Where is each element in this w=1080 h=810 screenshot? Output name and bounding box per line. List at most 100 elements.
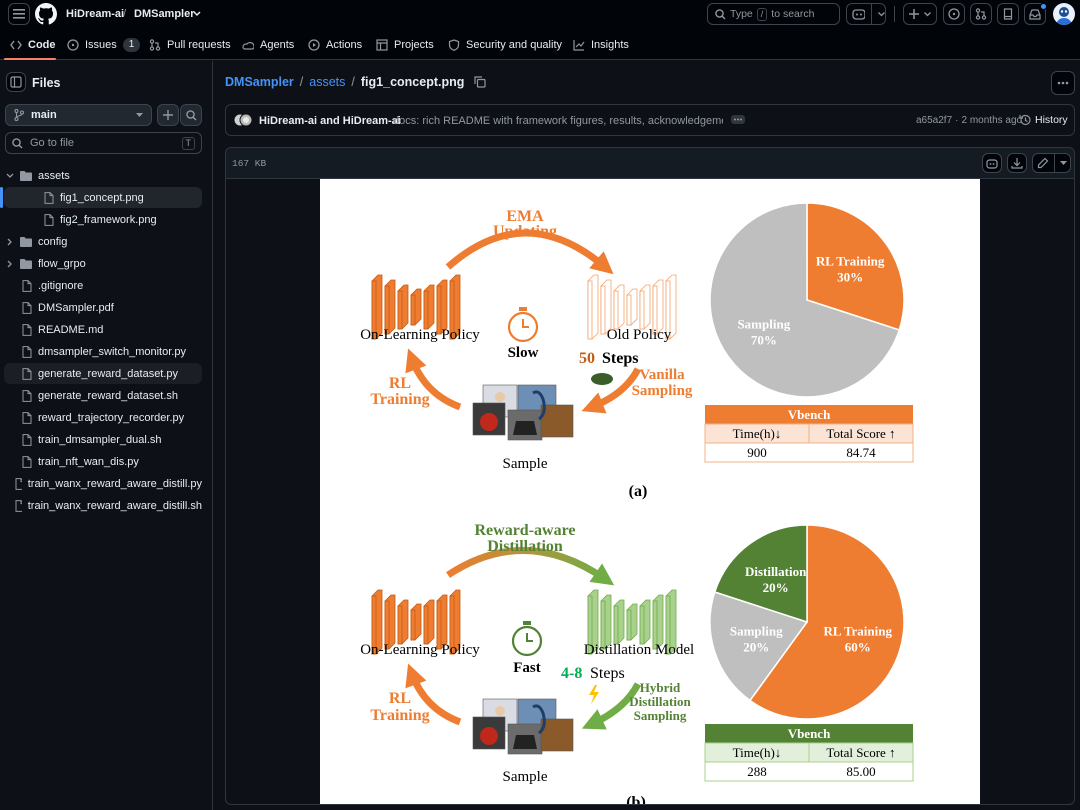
file-size: 167 KB <box>232 158 267 169</box>
selected-file-indicator <box>0 187 3 208</box>
commit-sha[interactable]: a65a2f7 <box>916 115 952 126</box>
network-layer-face <box>600 285 606 335</box>
file-tree-folder[interactable]: config <box>4 231 202 252</box>
repo-separator: / <box>123 8 127 20</box>
file-tree-file[interactable]: generate_reward_dataset.py <box>4 363 202 384</box>
search-icon <box>715 8 726 19</box>
old-policy-label: Old Policy <box>607 327 672 343</box>
file-tree-file[interactable]: train_wanx_reward_aware_distill.py <box>4 473 202 494</box>
tab-code[interactable]: Code <box>10 36 56 54</box>
search-input[interactable]: Type / to search <box>707 3 840 25</box>
folder-icon <box>20 236 32 247</box>
download-raw-button[interactable] <box>1007 153 1027 173</box>
expand-commit-button[interactable] <box>731 115 745 124</box>
chevron-down-icon <box>6 173 14 178</box>
add-file-button[interactable] <box>157 104 179 126</box>
lightning-icon <box>589 685 599 704</box>
breadcrumb-current-file: fig1_concept.png <box>360 75 465 89</box>
collapse-sidebar-button[interactable] <box>6 72 26 92</box>
file-tree-file[interactable]: reward_trajectory_recorder.py <box>4 407 202 428</box>
tab-insights[interactable]: Insights <box>573 36 629 54</box>
graph-icon <box>573 40 585 51</box>
file-viewer: 167 KB EMA Updating On-Learning Policy Old … <box>225 147 1075 805</box>
tab-actions[interactable]: Actions <box>308 36 362 54</box>
code-icon <box>10 40 22 50</box>
file-icon <box>44 191 54 204</box>
commit-authors[interactable]: HiDream-ai and HiDream-ai <box>259 115 401 127</box>
copilot-button[interactable] <box>846 3 886 25</box>
file-tree-file[interactable]: .gitignore <box>4 275 202 296</box>
branch-selector-button[interactable]: main <box>5 104 152 126</box>
search-files-button[interactable] <box>180 104 202 126</box>
file-tree-folder[interactable]: flow_grpo <box>4 253 202 274</box>
chevron-down-icon <box>924 11 931 16</box>
repo-owner-link[interactable]: HiDream-ai <box>66 8 124 20</box>
avatar[interactable] <box>1053 3 1075 25</box>
plus-icon <box>163 110 173 120</box>
tab-security[interactable]: Security and quality <box>448 36 562 54</box>
copilot-icon <box>852 9 866 20</box>
turtle-icon <box>591 373 613 385</box>
header-divider <box>894 6 895 22</box>
file-tree-folder[interactable]: assets <box>4 165 202 186</box>
pull-requests-shortcut-button[interactable] <box>970 3 992 25</box>
ellipsis-icon <box>734 118 742 121</box>
tab-agents[interactable]: Agents <box>242 36 294 54</box>
caption-b: (b) <box>626 794 646 805</box>
play-icon <box>308 39 320 51</box>
left-arrow-label: RL <box>389 375 411 392</box>
file-tree-file[interactable]: DMSampler.pdf <box>4 297 202 318</box>
file-tree-label: README.md <box>38 323 104 336</box>
breadcrumb-repo-link[interactable]: DMSampler <box>225 75 294 89</box>
speed-label: Slow <box>508 345 539 361</box>
meta-dot: · <box>955 115 959 126</box>
history-button[interactable]: History <box>1019 114 1068 126</box>
repo-name-link[interactable]: DMSampler <box>134 8 195 20</box>
file-tree-label: dmsampler_switch_monitor.py <box>38 345 186 358</box>
sample-barrel <box>540 404 574 438</box>
distill-label: Distillation <box>487 538 563 555</box>
edit-file-button[interactable] <box>1032 153 1071 173</box>
pie-slice-value: 20% <box>743 639 769 654</box>
file-tree-file[interactable]: fig2_framework.png <box>4 209 202 230</box>
distill-label: Reward-aware <box>474 522 575 539</box>
file-tree-label: train_nft_wan_dis.py <box>38 455 139 468</box>
file-tree-file[interactable]: README.md <box>4 319 202 340</box>
tab-issues[interactable]: Issues 1 <box>67 36 141 54</box>
hamburger-menu-button[interactable] <box>8 3 30 25</box>
copy-icon[interactable] <box>474 76 486 88</box>
file-icon <box>22 323 32 336</box>
file-tree-file[interactable]: train_nft_wan_dis.py <box>4 451 202 472</box>
files-title: Files <box>32 76 61 90</box>
vbench-table-a: Vbench Time(h)↓ Total Score ↑ 900 84.74 <box>704 405 914 463</box>
file-tree-file[interactable]: fig1_concept.png <box>4 187 202 208</box>
file-tree-file[interactable]: train_wanx_reward_aware_distill.sh <box>4 495 202 516</box>
file-tree-file[interactable]: dmsampler_switch_monitor.py <box>4 341 202 362</box>
history-label: History <box>1035 114 1068 126</box>
file-tree-file[interactable]: train_dmsampler_dual.sh <box>4 429 202 450</box>
chevron-down-icon[interactable] <box>193 11 201 17</box>
copilot-ask-button[interactable] <box>982 153 1002 173</box>
more-options-button[interactable] <box>1051 71 1075 95</box>
git-branch-icon <box>14 109 24 121</box>
issues-shortcut-button[interactable] <box>943 3 965 25</box>
global-header: HiDream-ai / DMSampler Type / to search … <box>0 0 1080 60</box>
file-tree-file[interactable]: generate_reward_dataset.sh <box>4 385 202 406</box>
kebab-horizontal-icon <box>1057 81 1069 85</box>
create-new-button[interactable] <box>903 3 937 25</box>
pencil-icon <box>1037 157 1049 169</box>
file-icon <box>22 345 32 358</box>
github-logo-icon[interactable] <box>35 3 57 25</box>
repositories-button[interactable] <box>997 3 1019 25</box>
right-arrow-label: Hybrid <box>640 680 681 695</box>
bag-shape <box>513 421 537 435</box>
author-avatars-icon <box>234 113 253 127</box>
breadcrumb-folder-link[interactable]: assets <box>309 75 345 89</box>
commit-message-link[interactable]: docs: rich README with framework figures… <box>393 115 723 127</box>
file-icon <box>22 433 32 446</box>
tab-projects[interactable]: Projects <box>376 36 434 54</box>
go-to-file-input[interactable]: Go to file T <box>5 132 202 154</box>
tab-pull-requests[interactable]: Pull requests <box>149 36 231 54</box>
download-icon <box>1011 158 1023 169</box>
tab-label: Code <box>28 39 56 51</box>
